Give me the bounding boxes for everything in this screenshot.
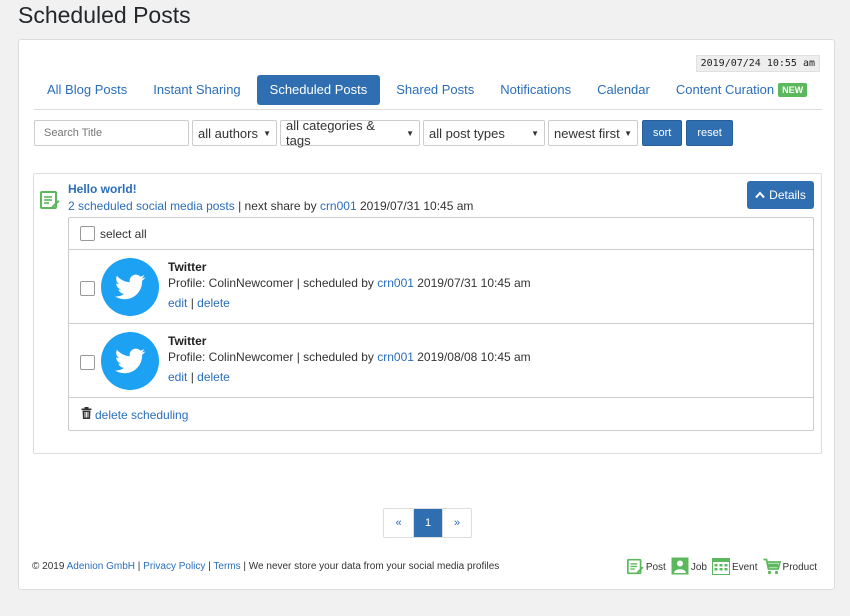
scheduled-posts-link[interactable]: 2 scheduled social media posts [68,199,235,213]
action-separator: | [187,296,198,310]
delete-link[interactable]: delete [197,296,230,310]
caret-down-icon: ▼ [624,128,632,138]
cart-icon [763,558,781,578]
tab-bar: All Blog Posts Instant Sharing Scheduled… [34,70,822,110]
delete-scheduling-link[interactable]: delete scheduling [81,407,188,422]
footer-post-link[interactable]: Post [626,558,666,578]
next-share-text: | next share by [234,199,320,213]
copyright: © 2019 [32,561,67,572]
job-icon [671,557,689,578]
select-all-checkbox[interactable] [80,226,95,241]
pagination-current[interactable]: 1 [413,509,442,537]
share-date: 2019/07/31 10:45 am [413,276,531,290]
details-button-label: Details [769,188,806,202]
share-row: Twitter Profile: ColinNewcomer | schedul… [69,324,813,398]
chevron-up-icon [755,188,765,202]
share-checkbox[interactable] [80,355,95,370]
calendar-icon [711,557,730,578]
share-network: Twitter [168,334,207,348]
select-all-row: select all [69,218,813,250]
authors-select-value: all authors [198,125,258,141]
footer-product-label: Product [782,562,817,573]
post-icon [40,190,60,213]
post-title-link[interactable]: Hello world! [68,182,137,196]
authors-select[interactable]: all authors ▼ [192,120,277,146]
new-badge: NEW [778,82,808,97]
post-icon [626,558,644,578]
pagination-prev[interactable]: « [384,509,413,537]
filter-bar: all authors ▼ all categories & tags ▼ al… [34,118,733,148]
pagination: « 1 » [383,508,472,538]
edit-link[interactable]: edit [168,296,187,310]
share-user-link[interactable]: crn001 [377,276,414,290]
categories-select-value: all categories & tags [286,118,375,148]
footer-event-label: Event [731,562,758,573]
tab-scheduled-posts[interactable]: Scheduled Posts [256,74,381,105]
post-meta: 2 scheduled social media posts | next sh… [68,199,473,213]
twitter-avatar-icon [101,258,159,319]
footer-product-link[interactable]: Product [763,558,817,578]
post-card: Hello world! 2 scheduled social media po… [33,173,822,454]
footer-create-links: Post Job Event Product [625,557,817,578]
footer-text: © 2019 Adenion GmbH | Privacy Policy | T… [32,561,499,572]
footer-job-label: Job [690,562,707,573]
edit-link[interactable]: edit [168,370,187,384]
share-date: 2019/08/08 10:45 am [413,350,531,364]
tab-shared-posts[interactable]: Shared Posts [383,75,487,105]
main-panel: 2019/07/24 10:55 am All Blog Posts Insta… [18,39,835,590]
caret-down-icon: ▼ [406,128,414,138]
post-types-select-value: all post types [429,125,505,141]
order-select[interactable]: newest first ▼ [548,120,638,146]
footer-sep: | [135,561,144,572]
select-all-label: select all [100,226,147,241]
next-share-user-link[interactable]: crn001 [320,199,357,213]
share-list: select all Twitter Profile: ColinNewcome… [68,217,814,431]
tab-content-curation-label: Content Curation [675,82,775,97]
share-checkbox[interactable] [80,281,95,296]
share-user-link[interactable]: crn001 [377,350,414,364]
terms-link[interactable]: Terms [213,561,240,572]
order-select-value: newest first [554,125,620,141]
footer-event-link[interactable]: Event [711,557,758,578]
action-separator: | [187,370,198,384]
search-title-input[interactable] [34,120,189,146]
tab-all-blog-posts[interactable]: All Blog Posts [34,75,140,105]
footer-job-link[interactable]: Job [671,557,707,578]
footer-note: | We never store your data from your soc… [240,561,500,572]
tab-notifications[interactable]: Notifications [487,75,584,105]
share-network: Twitter [168,260,207,274]
page-title: Scheduled Posts [18,2,191,28]
categories-select[interactable]: all categories & tags ▼ [280,118,420,148]
share-profile-line: Profile: ColinNewcomer | scheduled by cr… [168,350,531,364]
reset-button[interactable]: reset [686,120,733,146]
share-profile-text: Profile: ColinNewcomer | scheduled by [168,276,378,290]
caret-down-icon: ▼ [531,128,539,138]
pagination-next[interactable]: » [442,509,471,537]
post-types-select[interactable]: all post types ▼ [423,120,545,146]
privacy-policy-link[interactable]: Privacy Policy [143,561,205,572]
tab-calendar[interactable]: Calendar [584,75,663,105]
share-row: Twitter Profile: ColinNewcomer | schedul… [69,250,813,324]
sort-button[interactable]: sort [642,120,683,146]
footer-post-label: Post [645,562,666,573]
company-link[interactable]: Adenion GmbH [67,561,135,572]
share-actions: edit | delete [168,296,230,310]
share-profile-line: Profile: ColinNewcomer | scheduled by cr… [168,276,531,290]
next-share-date: 2019/07/31 10:45 am [356,199,474,213]
delete-scheduling-label: delete scheduling [95,407,189,422]
details-button[interactable]: Details [747,181,814,209]
share-actions: edit | delete [168,370,230,384]
share-profile-text: Profile: ColinNewcomer | scheduled by [168,350,378,364]
caret-down-icon: ▼ [263,128,271,138]
tab-instant-sharing[interactable]: Instant Sharing [140,75,253,105]
tab-content-curation[interactable]: Content Curation NEW [663,75,820,105]
twitter-avatar-icon [101,332,159,393]
trash-icon [81,407,92,422]
delete-link[interactable]: delete [197,370,230,384]
